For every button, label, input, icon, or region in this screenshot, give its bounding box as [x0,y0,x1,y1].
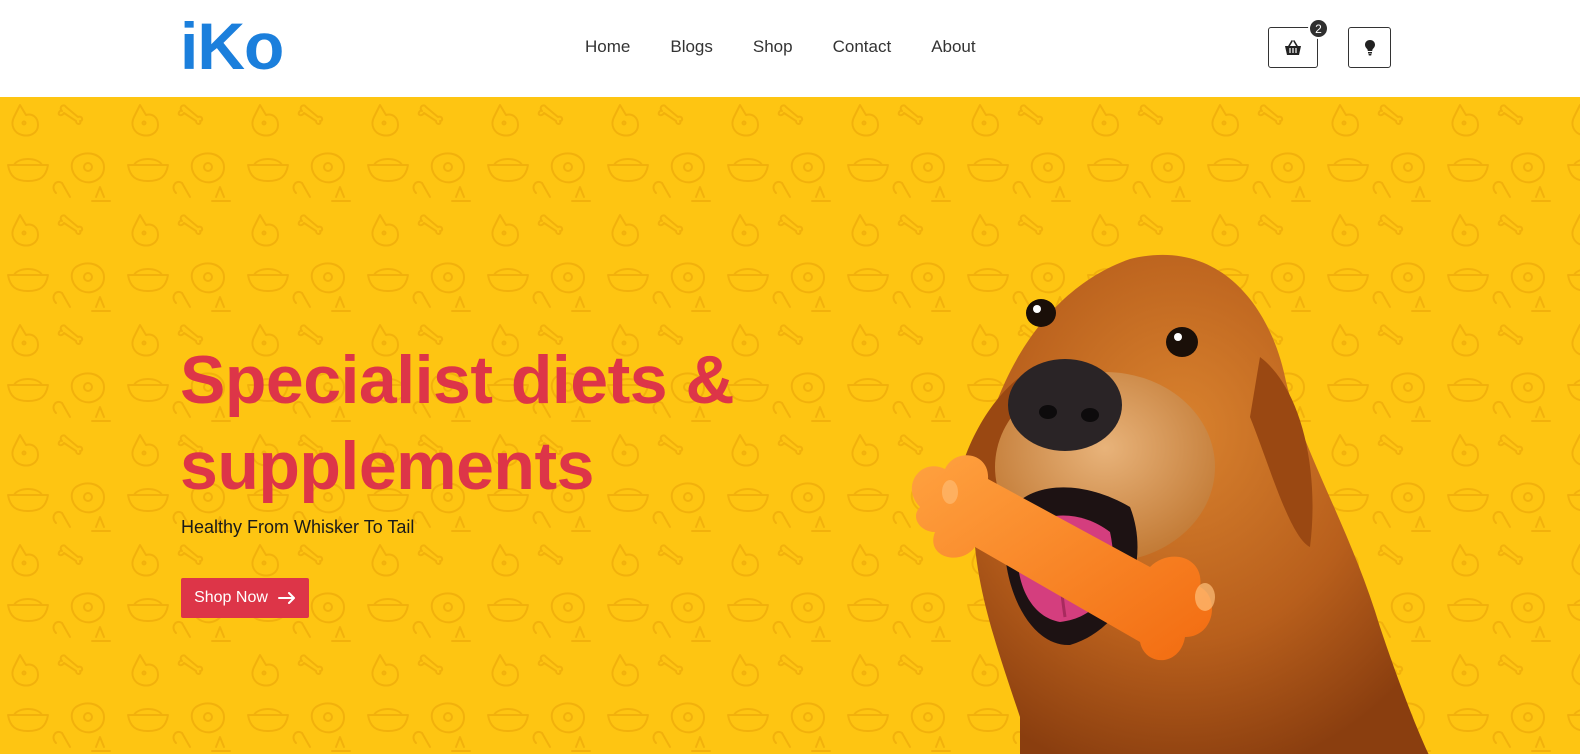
hero-title: Specialist diets & supplements [180,342,735,504]
site-logo[interactable]: iKo [180,10,284,82]
main-nav: Home Blogs Shop Contact About [585,36,1016,58]
lightbulb-icon [1364,40,1375,56]
nav-shop-link[interactable]: Shop [753,36,793,58]
shop-now-label: Shop Now [194,589,268,606]
idea-button[interactable] [1348,27,1391,68]
nav-contact-link[interactable]: Contact [833,36,892,58]
cart-count-badge: 2 [1308,18,1329,39]
dog-with-bone-image [911,254,1429,754]
arrow-right-icon [277,592,295,604]
nav-about-link[interactable]: About [931,36,975,58]
nav-home-link[interactable]: Home [585,36,630,58]
basket-icon [1285,39,1301,55]
site-header: iKo Home Blogs Shop Contact About 2 [0,0,1580,97]
shop-now-button[interactable]: Shop Now [181,578,309,618]
hero-banner: Specialist diets & supplements Healthy F… [0,97,1580,754]
hero-subtitle: Healthy From Whisker To Tail [181,517,415,537]
nav-blogs-link[interactable]: Blogs [670,36,713,58]
